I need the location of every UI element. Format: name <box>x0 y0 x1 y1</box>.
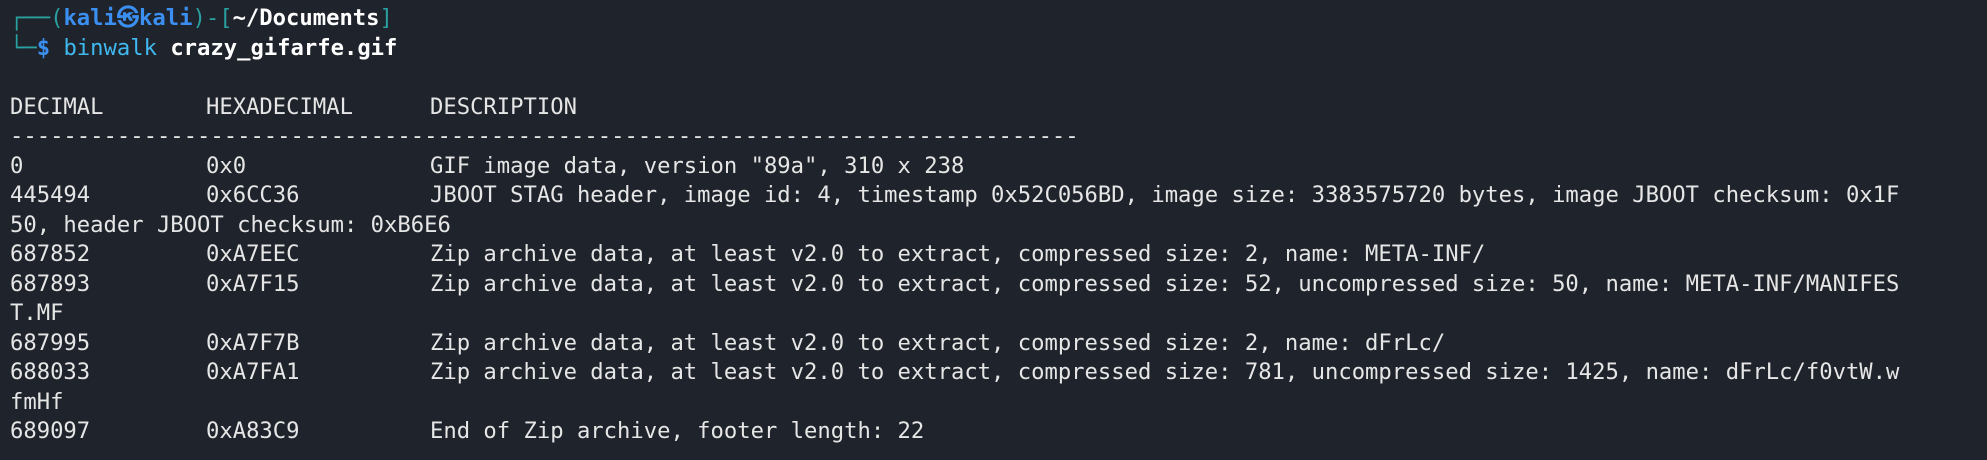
row-description: Zip archive data, at least v2.0 to extra… <box>430 241 1486 267</box>
table-row: 687893 0xA7F15 Zip archive data, at least … <box>10 270 1977 300</box>
prompt-frame-end: ] <box>379 5 393 31</box>
row-decimal: 0 <box>10 152 24 179</box>
row-decimal: 687893 <box>10 270 91 297</box>
row-hex: 0xA83C9 <box>206 418 300 444</box>
table-separator: ----------------------------------------… <box>10 123 1079 149</box>
row-description: Zip archive data, at least v2.0 to extra… <box>430 359 1900 385</box>
table-row: 445494 0x6CC36 JBOOT STAG header, image id… <box>10 181 1977 211</box>
command-line[interactable]: └─$ binwalk crazy_gifarfe.gif <box>10 34 1977 64</box>
table-row: 0 0x0 GIF image data, version "89a", 310 x… <box>10 152 1977 182</box>
table-row: 687995 0xA7F7B Zip archive data, at least … <box>10 329 1977 359</box>
row-decimal: 687995 <box>10 329 91 356</box>
row-description: JBOOT STAG header, image id: 4, timestam… <box>430 182 1900 208</box>
row-decimal: 687852 <box>10 241 91 267</box>
command-argument: crazy_gifarfe.gif <box>170 34 398 61</box>
row-decimal: 445494 <box>10 182 91 208</box>
prompt-frame-top: ┌──( <box>10 5 64 31</box>
row-hex: 0x6CC36 <box>206 182 300 208</box>
prompt-path: ~/Documents <box>232 5 380 31</box>
table-row: 687852 0xA7EEC Zip archive data, at least … <box>10 240 1977 270</box>
row-description: Zip archive data, at least v2.0 to extra… <box>430 270 1900 297</box>
row-hex: 0x0 <box>206 152 247 179</box>
row-decimal: 688033 <box>10 359 91 385</box>
prompt-user-host: kali㉿kali <box>63 5 193 31</box>
row-hex: 0xA7FA1 <box>206 359 300 385</box>
prompt-dollar: $ <box>36 34 51 61</box>
header-decimal: DECIMAL <box>10 93 104 120</box>
prompt-frame-mid: )-[ <box>192 5 233 31</box>
header-hexadecimal: HEXADECIMAL <box>206 93 353 120</box>
row-description-continuation: T.MF <box>10 300 64 326</box>
command-name: binwalk <box>63 34 157 61</box>
row-description: GIF image data, version "89a", 310 x 238 <box>430 152 965 179</box>
row-description: End of Zip archive, footer length: 22 <box>430 418 925 444</box>
header-description: DESCRIPTION <box>430 93 577 120</box>
table-header: DECIMAL HEXADECIMAL DESCRIPTION <box>10 93 1977 123</box>
table-row: 688033 0xA7FA1 Zip archive data, at least … <box>10 358 1977 388</box>
row-hex: 0xA7F15 <box>206 270 300 297</box>
row-description-continuation: fmHf <box>10 388 64 415</box>
row-description-continuation: 50, header JBOOT checksum: 0xB6E6 <box>10 211 451 238</box>
terminal-window[interactable]: ┌──(kali㉿kali)-[~/Documents] └─$ binwalk… <box>10 4 1977 460</box>
table-row: 689097 0xA83C9 End of Zip archive, footer … <box>10 417 1977 447</box>
row-decimal: 689097 <box>10 418 91 444</box>
row-description: Zip archive data, at least v2.0 to extra… <box>430 329 1446 356</box>
prompt-frame-bottom: └─ <box>10 34 37 61</box>
row-hex: 0xA7F7B <box>206 329 300 356</box>
row-hex: 0xA7EEC <box>206 241 300 267</box>
prompt-line: ┌──(kali㉿kali)-[~/Documents] <box>10 4 1977 34</box>
